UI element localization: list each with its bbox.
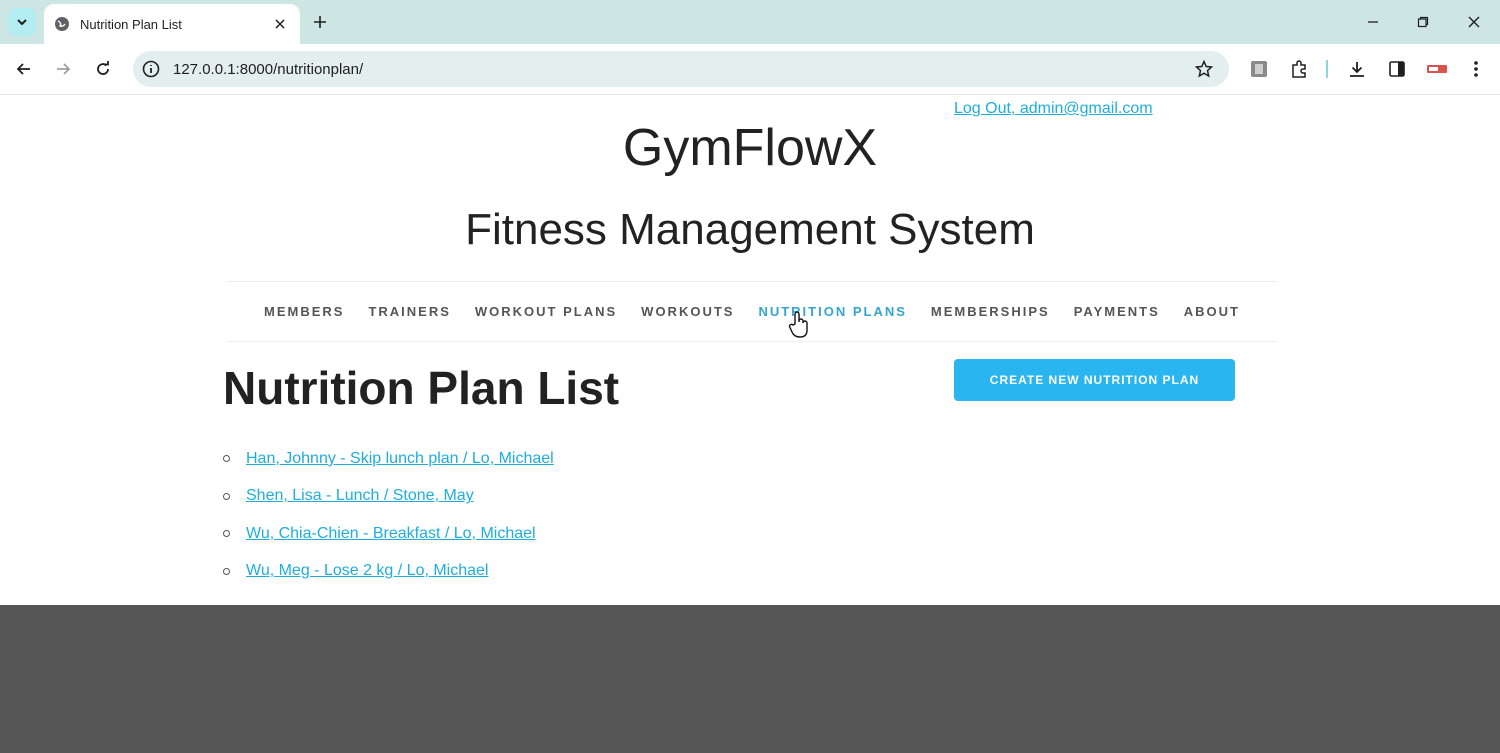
list-item: Shen, Lisa - Lunch / Stone, May — [223, 478, 554, 516]
nav-trainers[interactable]: TRAINERS — [368, 304, 450, 319]
list-item: Han, Johnny - Skip lunch plan / Lo, Mich… — [223, 440, 554, 478]
nutrition-plan-list: Han, Johnny - Skip lunch plan / Lo, Mich… — [223, 440, 554, 590]
side-panel-icon[interactable] — [1385, 57, 1409, 81]
tab-close-icon[interactable] — [270, 14, 290, 34]
list-item: Wu, Chia-Chien - Breakfast / Lo, Michael — [223, 515, 554, 553]
plan-link[interactable]: Wu, Meg - Lose 2 kg / Lo, Michael — [246, 562, 488, 580]
reload-icon[interactable] — [88, 54, 118, 84]
bullet-icon — [223, 567, 230, 575]
tab-title: Nutrition Plan List — [80, 16, 182, 32]
page-content: Log Out, admin@gmail.com GymFlowX Fitnes… — [0, 95, 1500, 605]
nav-payments[interactable]: PAYMENTS — [1074, 304, 1160, 319]
hand-cursor-icon — [788, 311, 808, 338]
nav-memberships[interactable]: MEMBERSHIPS — [931, 304, 1050, 319]
bullet-icon — [223, 455, 230, 463]
close-window-icon[interactable] — [1451, 8, 1497, 36]
create-nutrition-plan-button[interactable]: CREATE NEW NUTRITION PLAN — [954, 359, 1235, 401]
plan-link[interactable]: Shen, Lisa - Lunch / Stone, May — [246, 487, 474, 505]
bullet-icon — [223, 492, 230, 500]
page-title: Nutrition Plan List — [223, 362, 620, 414]
nav-members[interactable]: MEMBERS — [264, 304, 344, 319]
new-tab-icon[interactable] — [308, 10, 332, 34]
minimize-icon[interactable] — [1350, 8, 1396, 36]
bullet-icon — [223, 530, 230, 538]
address-bar[interactable]: 127.0.0.1:8000/nutritionplan/ — [133, 51, 1229, 87]
browser-toolbar: 127.0.0.1:8000/nutritionplan/ — [0, 44, 1500, 95]
plan-link[interactable]: Han, Johnny - Skip lunch plan / Lo, Mich… — [246, 450, 554, 468]
nav-nutrition-plans[interactable]: NUTRITION PLANS — [758, 304, 906, 319]
logout-link[interactable]: Log Out, admin@gmail.com — [954, 100, 1153, 118]
brand-title: GymFlowX — [622, 119, 878, 177]
back-arrow-icon[interactable] — [9, 54, 39, 84]
extension-badge-icon[interactable] — [1425, 57, 1449, 81]
restore-icon[interactable] — [1400, 8, 1446, 36]
plan-link[interactable]: Wu, Chia-Chien - Breakfast / Lo, Michael — [246, 525, 536, 543]
main-nav: MEMBERS TRAINERS WORKOUT PLANS WORKOUTS … — [226, 281, 1278, 342]
globe-icon — [55, 17, 69, 31]
tab-strip: Nutrition Plan List — [0, 0, 1500, 44]
page-footer — [0, 605, 1500, 753]
tab-search-button[interactable] — [8, 8, 36, 36]
bookmark-star-icon[interactable] — [1193, 58, 1215, 80]
extensions-puzzle-icon[interactable] — [1287, 57, 1311, 81]
site-subtitle: Fitness Management System — [465, 205, 1035, 254]
browser-tab[interactable]: Nutrition Plan List — [44, 4, 300, 44]
list-item: Wu, Meg - Lose 2 kg / Lo, Michael — [223, 553, 554, 591]
menu-kebab-icon[interactable] — [1464, 57, 1488, 81]
url-text: 127.0.0.1:8000/nutritionplan/ — [173, 60, 364, 78]
toolbar-separator — [1326, 60, 1328, 78]
nav-about[interactable]: ABOUT — [1184, 304, 1240, 319]
site-info-icon[interactable] — [141, 59, 161, 79]
chevron-down-icon — [17, 19, 27, 26]
nav-workouts[interactable]: WORKOUTS — [641, 304, 734, 319]
forward-arrow-icon[interactable] — [48, 54, 78, 84]
nav-workout-plans[interactable]: WORKOUT PLANS — [475, 304, 617, 319]
download-icon[interactable] — [1345, 57, 1369, 81]
profile-extension-icon[interactable] — [1247, 57, 1271, 81]
